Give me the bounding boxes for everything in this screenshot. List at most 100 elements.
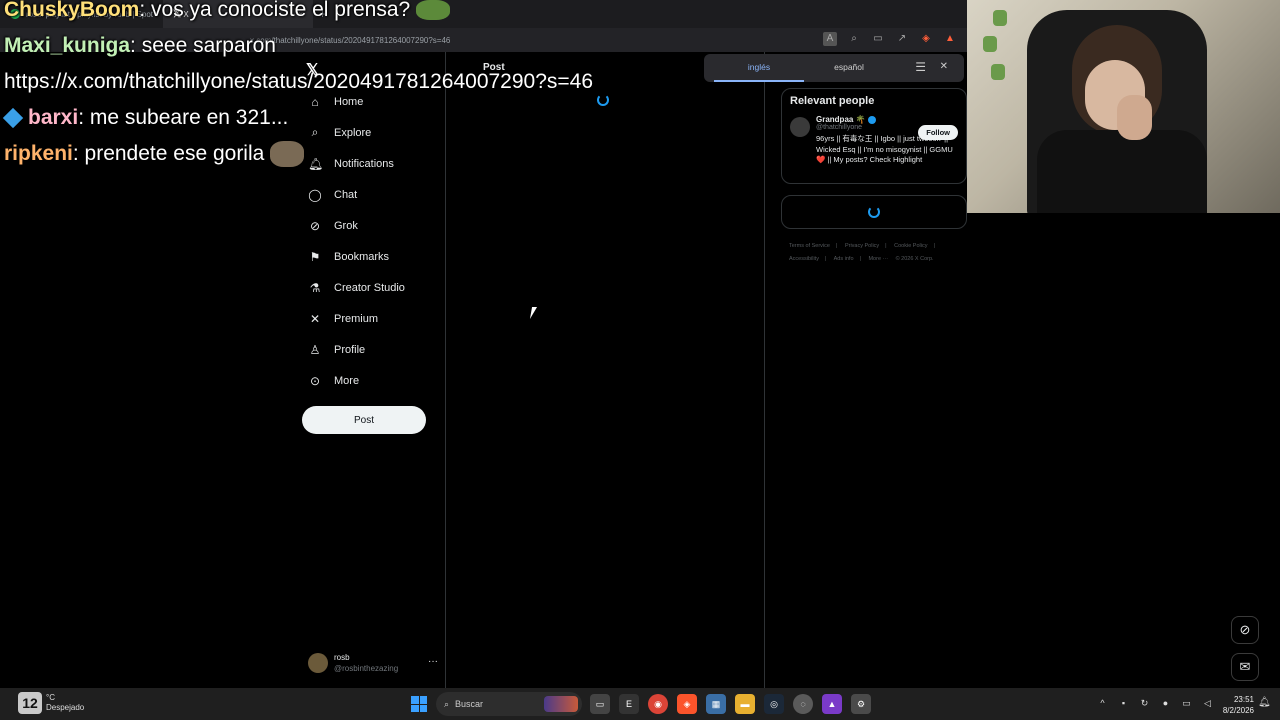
bookmark-icon: ⚑ — [309, 249, 321, 264]
notification-bell-icon[interactable]: 🔔︎ — [1258, 697, 1271, 708]
system-tray: ^ ▪ ↻ ● ▭ ◁ — [1096, 696, 1214, 710]
clock[interactable]: 23:51 8/2/2026 — [1222, 694, 1254, 716]
footer-link[interactable]: Ads info — [834, 256, 854, 262]
footer-link[interactable]: Accessibility — [789, 256, 819, 262]
nav-more[interactable]: ⊙ More — [304, 365, 444, 396]
epic-games-icon[interactable]: E — [619, 694, 639, 714]
taskbar-search[interactable]: ⌕ Buscar — [436, 692, 582, 716]
grok-icon: ⊘ — [309, 218, 321, 233]
share-icon[interactable]: ↗ — [895, 32, 909, 46]
microphone-icon[interactable]: ● — [1159, 696, 1172, 710]
nav-grok[interactable]: ⊘ Grok — [304, 210, 444, 241]
volume-icon[interactable]: ◁ — [1201, 696, 1214, 710]
person-icon: ♙ — [309, 342, 321, 357]
grok-float-icon[interactable]: ⊘ — [1231, 616, 1259, 644]
close-icon[interactable]: ✕ — [940, 61, 948, 72]
start-button-icon[interactable] — [411, 696, 427, 712]
copyright: © 2026 X Corp. — [895, 256, 934, 262]
relevant-people-card: Relevant people Grandpaa 🌴 @thatchillyon… — [781, 88, 967, 184]
nav-premium[interactable]: ✕ Premium — [304, 303, 444, 334]
account-switcher[interactable]: rosb @rosbinthezazing ··· — [308, 652, 438, 674]
lang-target-tab[interactable]: español — [804, 54, 894, 82]
store-icon[interactable]: ▦ — [706, 694, 726, 714]
footer-link[interactable]: Terms of Service — [789, 243, 830, 249]
weather-widget[interactable]: 12 °C Despejado — [18, 692, 84, 714]
streamer-body — [1037, 130, 1207, 213]
sync-icon[interactable]: ↻ — [1138, 696, 1151, 710]
column-divider — [764, 52, 765, 688]
brave-icon[interactable]: ◈ — [677, 694, 697, 714]
nav-label: Premium — [334, 312, 379, 325]
avatar — [308, 653, 328, 673]
nav-profile[interactable]: ♙ Profile — [304, 334, 444, 365]
controller-icon[interactable]: ▪ — [1117, 696, 1130, 710]
account-name: rosb — [334, 653, 350, 662]
weather-unit: °C — [46, 693, 55, 702]
chat-icon: ◯ — [308, 187, 322, 202]
x-icon: ✕ — [309, 311, 321, 326]
webcam-feed — [967, 0, 1280, 213]
chat-text: : seee sarparon — [130, 34, 276, 57]
account-handle: @rosbinthezazing — [334, 664, 399, 673]
chat-username: ChuskyBoom — [4, 0, 140, 21]
nav-label: Grok — [334, 219, 358, 232]
weather-icon: 12 — [18, 692, 42, 714]
separator: | — [859, 256, 861, 262]
search-label: Buscar — [455, 699, 484, 709]
chat-message: ChuskyBoom: vos ya conociste el prensa? — [4, 0, 624, 28]
task-view-icon[interactable]: ▭ — [590, 694, 610, 714]
translate-icon[interactable]: A — [823, 32, 837, 46]
post-button[interactable]: Post — [302, 406, 426, 434]
more-icon[interactable]: ··· — [428, 656, 438, 667]
menu-icon[interactable]: ☰ — [915, 60, 926, 74]
chrome-icon[interactable]: ◉ — [648, 694, 668, 714]
chat-text: : me subeare en 321... — [78, 106, 289, 129]
zoom-icon[interactable]: ⌕ — [847, 32, 861, 46]
nav-label: More — [334, 374, 360, 387]
chat-username: barxi — [28, 106, 79, 129]
streamer-hand — [1117, 95, 1152, 140]
app-icon[interactable]: ◌ — [793, 694, 813, 714]
chevron-up-icon[interactable]: ^ — [1096, 696, 1109, 710]
app-icon[interactable]: ▲ — [822, 694, 842, 714]
chat-text: : vos ya conociste el prensa? — [139, 0, 411, 21]
taskbar-apps: ▭ E ◉ ◈ ▦ ▬ ◎ ◌ ▲ ⚙ — [590, 694, 871, 714]
search-icon: ⌕ — [444, 698, 450, 709]
chat-message: Maxi_kuniga: seee sarparon — [4, 28, 624, 64]
footer-link[interactable]: Cookie Policy — [894, 243, 927, 249]
windows-taskbar: 12 °C Despejado ⌕ Buscar ▭ E ◉ ◈ ▦ ▬ ◎ ◌… — [0, 688, 1280, 720]
stream-chat-overlay: ChuskyBoom: vos ya conociste el prensa? … — [2, 0, 624, 172]
chat-username: Maxi_kuniga — [4, 34, 131, 57]
footer-links: Terms of Service | Privacy Policy | Cookie… — [789, 240, 959, 266]
cast-icon[interactable]: ▭ — [871, 32, 885, 46]
settings-icon[interactable]: ⚙ — [851, 694, 871, 714]
nav-chat[interactable]: ◯ Chat — [304, 179, 444, 210]
file-explorer-icon[interactable]: ▬ — [735, 694, 755, 714]
gorilla-emote-icon — [270, 141, 305, 168]
time: 23:51 — [1233, 695, 1254, 704]
brave-rewards-icon[interactable]: ▲ — [943, 32, 957, 46]
avatar[interactable] — [790, 117, 810, 137]
messages-float-icon[interactable]: ✉ — [1231, 653, 1259, 681]
frog-emote-icon — [416, 0, 451, 21]
follow-button[interactable]: Follow — [918, 125, 958, 140]
flask-icon: ⚗ — [309, 280, 321, 295]
chat-url-text: https://x.com/thatchillyone/status/20204… — [4, 70, 594, 93]
weather-condition: Despejado — [46, 703, 85, 712]
footer-link[interactable]: Privacy Policy — [845, 243, 879, 249]
nav-label: Chat — [334, 188, 358, 201]
wall-sticker — [993, 10, 1007, 26]
display-icon[interactable]: ▭ — [1180, 696, 1193, 710]
person-name[interactable]: Grandpaa 🌴 — [816, 115, 866, 124]
separator: | — [824, 256, 827, 262]
nav-label: Profile — [334, 343, 366, 356]
nav-bookmarks[interactable]: ⚑ Bookmarks — [304, 241, 444, 272]
chat-message: ripkeni: prendete ese gorila — [4, 136, 624, 172]
nav-creator-studio[interactable]: ⚗ Creator Studio — [304, 272, 444, 303]
footer-link[interactable]: More ··· — [868, 256, 888, 262]
card-title: Relevant people — [790, 95, 875, 107]
separator: | — [835, 243, 838, 249]
lang-source-tab[interactable]: inglés — [714, 54, 804, 82]
brave-shield-icon[interactable]: ◈ — [919, 32, 933, 46]
steam-icon[interactable]: ◎ — [764, 694, 784, 714]
